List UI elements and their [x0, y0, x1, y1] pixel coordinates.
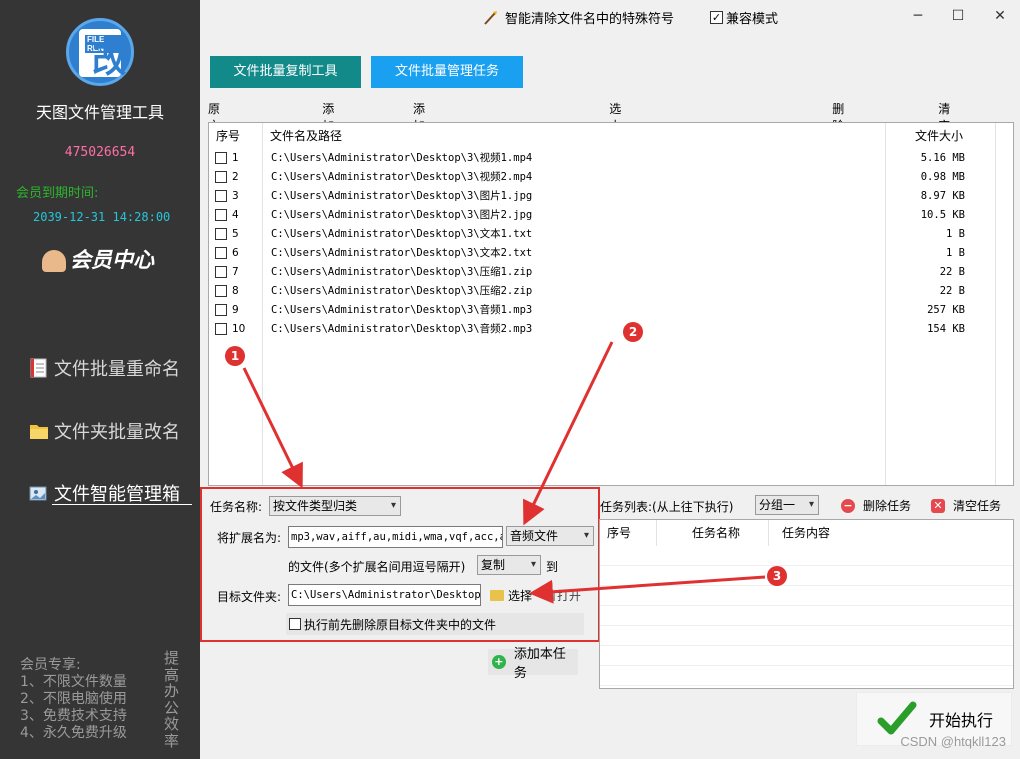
arrow-2 [523, 341, 614, 526]
arrow-3 [529, 575, 766, 604]
annotation-badge: 2 [623, 322, 643, 342]
annotation-arrows [242, 341, 766, 604]
watermark: CSDN @htqkll123 [900, 734, 1006, 749]
arrow-1 [242, 367, 303, 489]
annotation-badge: 3 [767, 566, 787, 586]
annotation-badge: 1 [225, 346, 245, 366]
